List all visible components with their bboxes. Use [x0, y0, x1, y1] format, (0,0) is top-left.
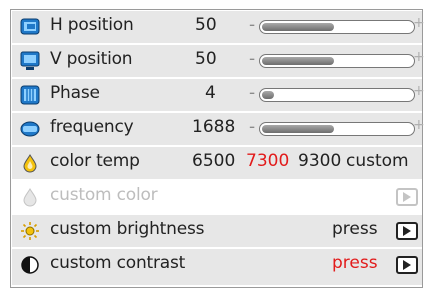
custom-color-label: custom color	[50, 185, 158, 205]
play-icon	[403, 192, 411, 202]
phase-label: Phase	[50, 83, 100, 103]
phase-value: 4	[205, 83, 216, 103]
frequency-value: 1688	[192, 117, 236, 137]
phase-row[interactable]: Phase 4 - +	[12, 79, 425, 113]
slider-fill	[262, 125, 335, 133]
color-temp-option-7300[interactable]: 7300	[246, 151, 289, 171]
slider-decrease[interactable]: -	[249, 117, 255, 137]
frequency-row[interactable]: frequency 1688 - +	[12, 113, 425, 147]
phase-icon	[20, 85, 40, 105]
custom-brightness-label: custom brightness	[50, 219, 205, 239]
v-position-row[interactable]: V position 50 - +	[12, 45, 425, 79]
custom-contrast-row[interactable]: custom contrast press	[12, 249, 422, 285]
v-position-slider[interactable]	[259, 54, 415, 68]
color-temp-row[interactable]: color temp 6500 7300 9300 custom	[12, 147, 422, 181]
h-position-row[interactable]: H position 50 - +	[12, 11, 425, 45]
monitor-settings-panel: H position 50 - + V position 50 - + Phas…	[10, 9, 425, 288]
v-position-value: 50	[195, 49, 217, 69]
color-temp-option-custom[interactable]: custom	[346, 151, 409, 171]
slider-decrease[interactable]: -	[249, 49, 255, 69]
slider-decrease[interactable]: -	[249, 15, 255, 35]
slider-decrease[interactable]: -	[249, 83, 255, 103]
custom-contrast-label: custom contrast	[50, 253, 186, 273]
color-temp-option-6500[interactable]: 6500	[192, 151, 235, 171]
play-icon	[403, 226, 411, 236]
custom-color-row: custom color	[12, 181, 422, 215]
custom-color-icon	[20, 187, 40, 207]
slider-fill	[262, 23, 335, 31]
v-position-label: V position	[50, 49, 133, 69]
color-temp-option-9300[interactable]: 9300	[298, 151, 341, 171]
phase-slider[interactable]	[259, 88, 415, 102]
h-position-icon	[20, 17, 40, 37]
slider-increase[interactable]: +	[413, 15, 425, 31]
slider-fill	[262, 91, 275, 99]
color-temp-label: color temp	[50, 151, 140, 171]
contrast-play-button[interactable]	[396, 256, 418, 274]
slider-increase[interactable]: +	[413, 117, 425, 133]
custom-brightness-row[interactable]: custom brightness press	[12, 215, 422, 249]
color-temp-icon	[20, 153, 40, 173]
play-icon	[403, 260, 411, 270]
slider-increase[interactable]: +	[413, 83, 425, 99]
frequency-slider[interactable]	[259, 122, 415, 136]
h-position-slider[interactable]	[259, 20, 415, 34]
slider-fill	[262, 57, 335, 65]
h-position-value: 50	[195, 15, 217, 35]
v-position-icon	[20, 51, 40, 71]
h-position-label: H position	[50, 15, 134, 35]
contrast-press-text[interactable]: press	[332, 253, 378, 273]
frequency-label: frequency	[50, 117, 134, 137]
brightness-icon	[20, 221, 40, 241]
slider-increase[interactable]: +	[413, 49, 425, 65]
brightness-play-button[interactable]	[396, 222, 418, 240]
brightness-press-text[interactable]: press	[332, 219, 378, 239]
frequency-icon	[20, 119, 40, 139]
custom-color-play-button	[396, 188, 418, 206]
contrast-icon	[20, 255, 40, 275]
